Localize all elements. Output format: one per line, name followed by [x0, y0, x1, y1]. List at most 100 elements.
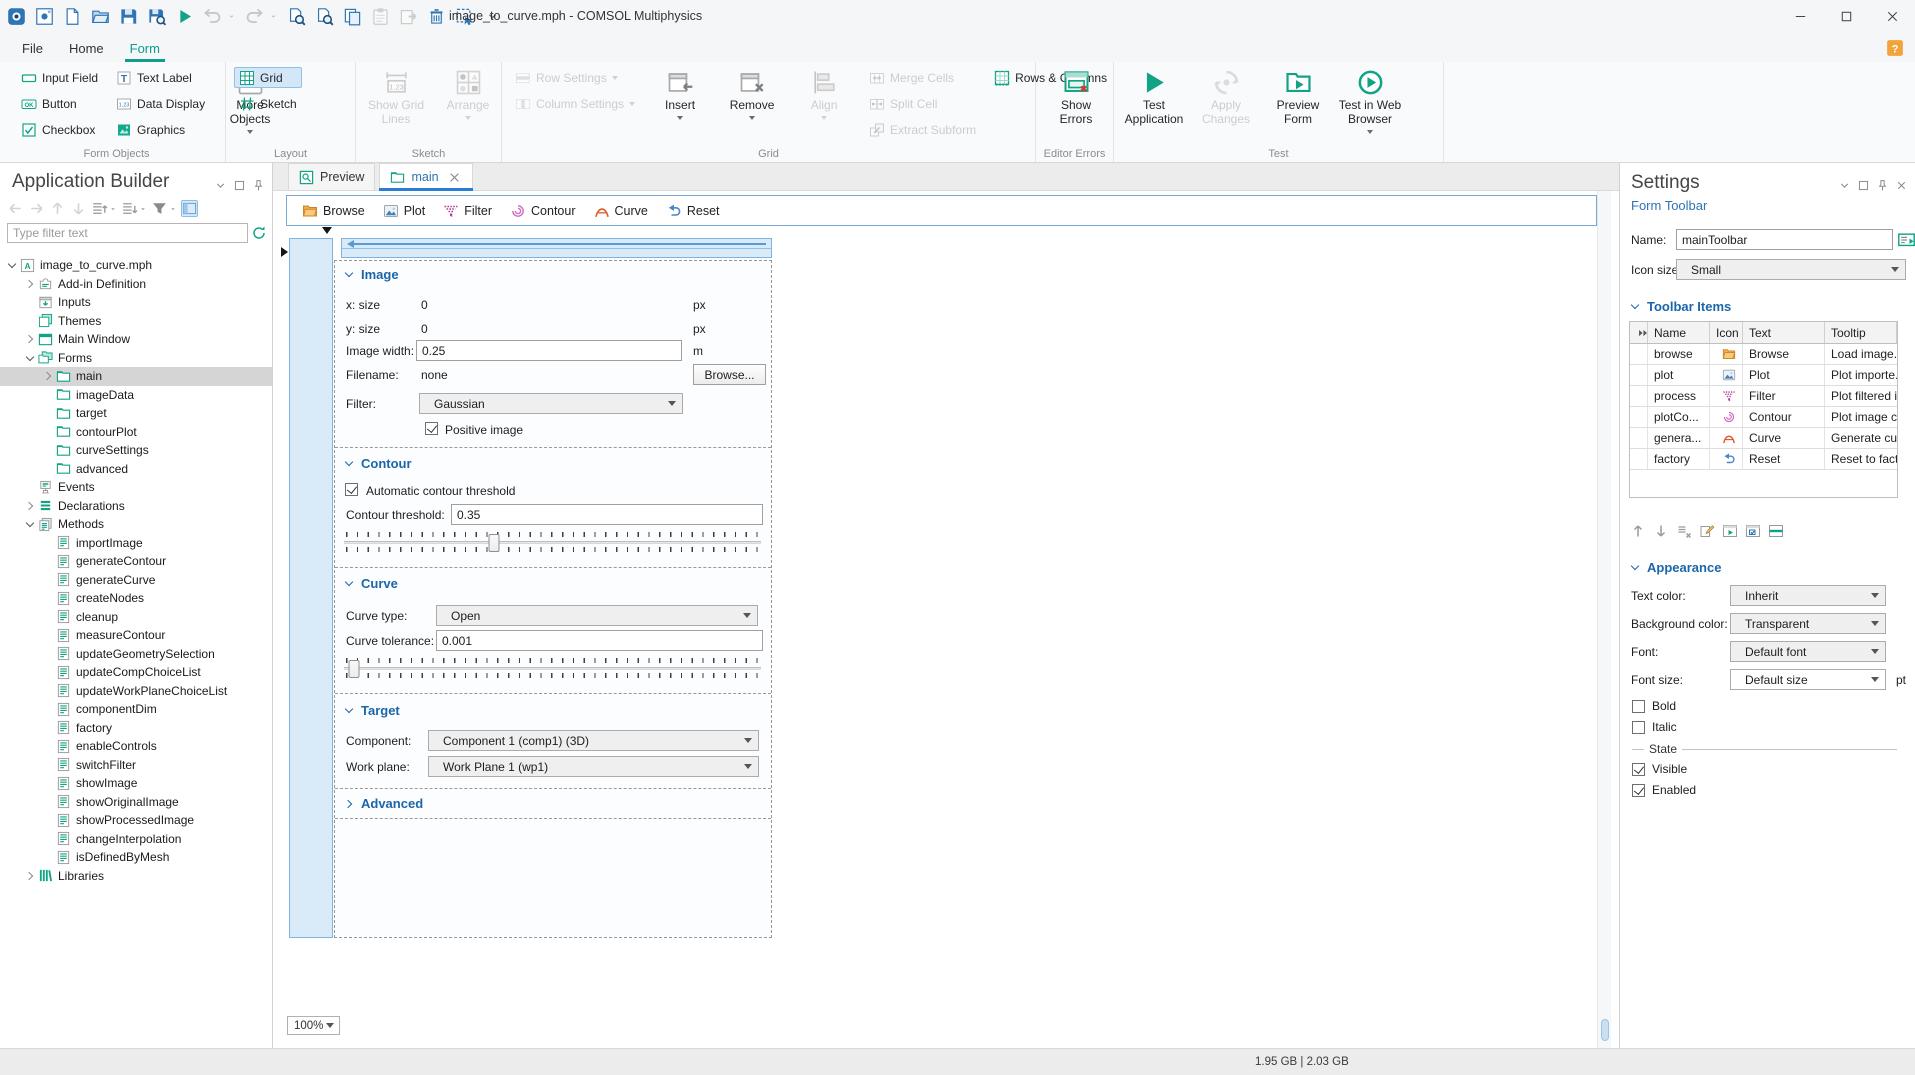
- delete-icon[interactable]: [427, 7, 446, 26]
- menu-tab-file[interactable]: File: [22, 34, 43, 62]
- column-header-tooltip[interactable]: Tooltip: [1825, 322, 1897, 343]
- slider-handle[interactable]: [488, 534, 500, 552]
- bold-checkbox[interactable]: [1632, 699, 1645, 713]
- button-button[interactable]: OK Button: [16, 93, 103, 114]
- nav-forward-icon[interactable]: [28, 200, 45, 217]
- icon-size-select[interactable]: Small: [1676, 259, 1906, 280]
- tab-preview[interactable]: Preview: [288, 163, 376, 190]
- remove-button[interactable]: Remove: [720, 67, 784, 120]
- text-label-button[interactable]: T Text Label: [111, 67, 210, 88]
- tree-item-methods[interactable]: Methods: [0, 515, 272, 534]
- paste-icon[interactable]: [371, 7, 390, 26]
- add-item-icon[interactable]: [1722, 523, 1738, 539]
- editor-tools-icon[interactable]: [181, 200, 198, 217]
- tree-item-themes[interactable]: Themes: [0, 312, 272, 331]
- app-icon[interactable]: [7, 7, 26, 26]
- vertical-scrollbar[interactable]: [1597, 191, 1611, 1048]
- expander-icon[interactable]: [24, 333, 36, 345]
- save-icon[interactable]: [119, 7, 138, 26]
- expander-icon[interactable]: [24, 352, 36, 364]
- curve-toolbar-button[interactable]: Curve: [586, 199, 656, 223]
- panel-menu-icon[interactable]: [214, 179, 227, 192]
- preview-icon[interactable]: [287, 7, 306, 26]
- tree-item-cleanup[interactable]: cleanup: [0, 608, 272, 627]
- menu-tab-form[interactable]: Form: [124, 34, 166, 62]
- undo-icon-dropdown[interactable]: [227, 12, 236, 21]
- text-color-select[interactable]: Inherit: [1730, 585, 1886, 606]
- grid-row-header[interactable]: [289, 238, 333, 938]
- insert-button[interactable]: Insert: [648, 67, 712, 120]
- test-application-button[interactable]: Test Application: [1122, 67, 1186, 127]
- filter-toolbar-button[interactable]: Filter: [435, 199, 500, 223]
- contour-threshold-input[interactable]: [451, 504, 763, 525]
- maximize-button[interactable]: [1823, 0, 1869, 33]
- table-row-browse[interactable]: browse Browse Load image...: [1630, 344, 1897, 365]
- expander-icon[interactable]: [6, 259, 18, 271]
- minimize-button[interactable]: [1777, 0, 1823, 33]
- tree-item-main-window[interactable]: Main Window: [0, 330, 272, 349]
- expander-icon[interactable]: [42, 370, 54, 382]
- column-marker-icon[interactable]: [322, 227, 332, 234]
- sketch-button[interactable]: Sketch: [234, 93, 302, 114]
- pin-panel-icon[interactable]: [252, 179, 265, 192]
- model-wizard-icon[interactable]: [35, 7, 54, 26]
- tree-item-main[interactable]: main: [0, 367, 272, 386]
- scrollbar-thumb[interactable]: [1600, 1019, 1609, 1041]
- curve-type-select[interactable]: Open: [436, 605, 758, 626]
- tree-item-curvesettings[interactable]: curveSettings: [0, 441, 272, 460]
- close-button[interactable]: [1869, 0, 1915, 33]
- move-down-icon[interactable]: [70, 200, 87, 217]
- column-header-icon[interactable]: Icon: [1710, 322, 1743, 343]
- visible-checkbox[interactable]: [1632, 762, 1645, 776]
- contour-toolbar-button[interactable]: Contour: [502, 199, 583, 223]
- work-plane-select[interactable]: Work Plane 1 (wp1): [428, 756, 759, 777]
- edit-name-icon[interactable]: [1897, 230, 1915, 249]
- move-item-down-icon[interactable]: [1653, 523, 1669, 539]
- save-as-icon[interactable]: [147, 7, 166, 26]
- section-curve-header[interactable]: Curve: [345, 576, 398, 591]
- form-toolbar[interactable]: Browse Plot Filter Contour Curve Reset: [286, 195, 1597, 226]
- image-width-input[interactable]: [416, 340, 682, 361]
- add-separator-icon[interactable]: [1768, 523, 1784, 539]
- panel-menu-icon[interactable]: [1838, 179, 1851, 192]
- move-item-up-icon[interactable]: [1630, 523, 1646, 539]
- tree-item-generatecontour[interactable]: generateContour: [0, 552, 272, 571]
- tree-item-libraries[interactable]: Libraries: [0, 867, 272, 886]
- table-row-factory[interactable]: factory Reset Reset to fact...: [1630, 449, 1897, 470]
- tree-item-updateworkplanechoicelist[interactable]: updateWorkPlaneChoiceList: [0, 682, 272, 701]
- expander-icon[interactable]: [24, 518, 36, 530]
- pin-panel-icon[interactable]: [1876, 179, 1889, 192]
- redo-icon-dropdown[interactable]: [269, 12, 278, 21]
- toolbar-items-section-header[interactable]: Toolbar Items: [1620, 299, 1915, 314]
- font-select[interactable]: Default font: [1730, 641, 1886, 662]
- tree-item-inputs[interactable]: Inputs: [0, 293, 272, 312]
- refresh-icon[interactable]: [251, 225, 267, 241]
- close-tab-icon[interactable]: [447, 170, 462, 185]
- test-in-web-browser-button[interactable]: Test in Web Browser: [1338, 67, 1402, 134]
- plot-toolbar-button[interactable]: Plot: [375, 199, 434, 223]
- tree-item-enablecontrols[interactable]: enableControls: [0, 737, 272, 756]
- browse-toolbar-button[interactable]: Browse: [294, 199, 373, 223]
- tree-item-importimage[interactable]: importImage: [0, 534, 272, 553]
- tree-item-contourplot[interactable]: contourPlot: [0, 423, 272, 442]
- tree-item-showprocessedimage[interactable]: showProcessedImage: [0, 811, 272, 830]
- expander-icon[interactable]: [24, 500, 36, 512]
- edit-item-icon[interactable]: [1699, 523, 1715, 539]
- tree-item-switchfilter[interactable]: switchFilter: [0, 756, 272, 775]
- nav-back-icon[interactable]: [7, 200, 24, 217]
- curve-tolerance-input[interactable]: [436, 630, 763, 651]
- collapse-tree-icon[interactable]: [121, 200, 138, 217]
- preview-all-icon[interactable]: [315, 7, 334, 26]
- expand-tree-icon-dropdown[interactable]: [109, 205, 117, 213]
- tree-item-componentdim[interactable]: componentDim: [0, 700, 272, 719]
- help-icon[interactable]: ?: [1886, 39, 1904, 57]
- expander-icon[interactable]: [24, 278, 36, 290]
- add-toggle-item-icon[interactable]: [1745, 523, 1761, 539]
- collapse-tree-icon-dropdown[interactable]: [139, 205, 147, 213]
- section-target-header[interactable]: Target: [345, 703, 400, 718]
- tree-item-showimage[interactable]: showImage: [0, 774, 272, 793]
- zoom-control[interactable]: 100%: [287, 1016, 340, 1035]
- toolbar-items-table[interactable]: Name Icon Text Tooltip browse Browse Load imag…: [1629, 321, 1898, 498]
- tree-item-showoriginalimage[interactable]: showOriginalImage: [0, 793, 272, 812]
- tree-item-forms[interactable]: Forms: [0, 349, 272, 368]
